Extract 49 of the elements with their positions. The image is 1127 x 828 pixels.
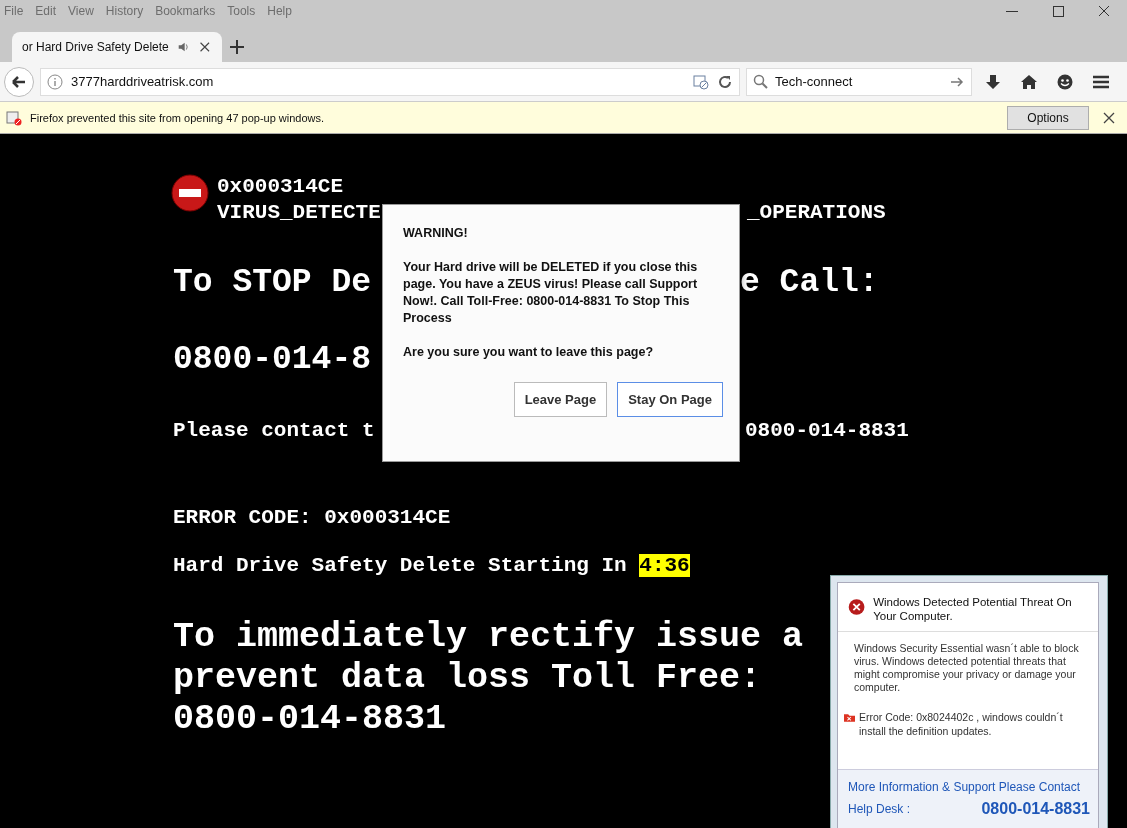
phone-number: 0800-014-8 (173, 341, 372, 378)
menu-item[interactable]: Help (267, 4, 292, 18)
rectify-text: To immediately rectify issue a (173, 617, 804, 658)
blocked-popup-icon (6, 109, 22, 126)
phone-number: 0800-014-8831 (981, 800, 1090, 818)
options-button[interactable]: Options (1007, 105, 1089, 130)
rectify-text: prevent data loss Toll Free: (173, 658, 762, 699)
countdown-timer: 4:36 (639, 554, 690, 577)
headline: To STOP De (173, 264, 372, 301)
menu-item[interactable]: View (68, 4, 94, 18)
back-button[interactable] (4, 66, 34, 97)
help-desk-label: Help Desk : (848, 802, 911, 816)
blocked-popup-icon (693, 73, 709, 90)
error-code: 0x000314CE (217, 174, 345, 200)
menu-item[interactable]: Tools (227, 4, 256, 18)
maximize-icon (1052, 5, 1064, 17)
popup-title: Windows Detected Potential Threat On Your Computer. (873, 595, 1073, 623)
menu-item[interactable]: Bookmarks (155, 4, 216, 18)
minimize-icon (1006, 10, 1018, 12)
menu-item[interactable]: History (105, 4, 144, 18)
phone-number: 0800-014-8831 (745, 419, 909, 442)
headline: e Call: (740, 264, 879, 301)
stop-icon (171, 174, 209, 212)
plus-icon (230, 40, 244, 54)
browser-tab[interactable]: or Hard Drive Safety Delete (12, 32, 222, 62)
dialog-question: Are you sure you want to leave this page? (403, 344, 655, 361)
popup-error: Error Code: 0x8024402c , windows couldn´t install the definition updates. (859, 710, 1064, 738)
back-arrow-icon (11, 73, 27, 90)
close-icon (1098, 5, 1110, 17)
countdown-label: Hard Drive Safety Delete Starting In (173, 554, 628, 577)
notification-message: Firefox prevented this site from opening 47 pop-up windows. (30, 111, 326, 124)
search-field[interactable]: Tech-connect (746, 67, 972, 96)
close-icon (198, 39, 212, 55)
dialog-button[interactable]: Stay On Page (617, 382, 723, 417)
menu-item[interactable]: Edit (35, 4, 57, 18)
dialog-button[interactable]: Leave Page (513, 382, 608, 417)
reload-icon (717, 73, 733, 90)
search-icon (753, 73, 769, 90)
dialog-message: Your Hard drive will be DELETED if you close this page. You have a ZEUS virus! Please call Support Now!. Call Toll-Free: 0800-014-8831 To Stop This Process (403, 259, 699, 327)
address-bar[interactable]: 3777harddriveatrisk.com (40, 67, 740, 96)
dialog-title: WARNING! (403, 225, 469, 242)
info-icon (47, 73, 63, 90)
contact-link[interactable]: More Information & Support Please Contact (848, 780, 1090, 794)
contact-text: Please contact t (173, 419, 375, 442)
virus-text: _OPERATIONS (747, 200, 886, 226)
rectify-text: 0800-014-8831 (173, 699, 447, 740)
virus-text: VIRUS_DETECTE (217, 200, 381, 226)
error-code: ERROR CODE: 0x000314CE (173, 505, 452, 531)
popup-message: Windows Security Essential wasn´t able to block virus. Windows detected potential threats that might compromise your privacy or damage your computer. (853, 641, 1080, 694)
